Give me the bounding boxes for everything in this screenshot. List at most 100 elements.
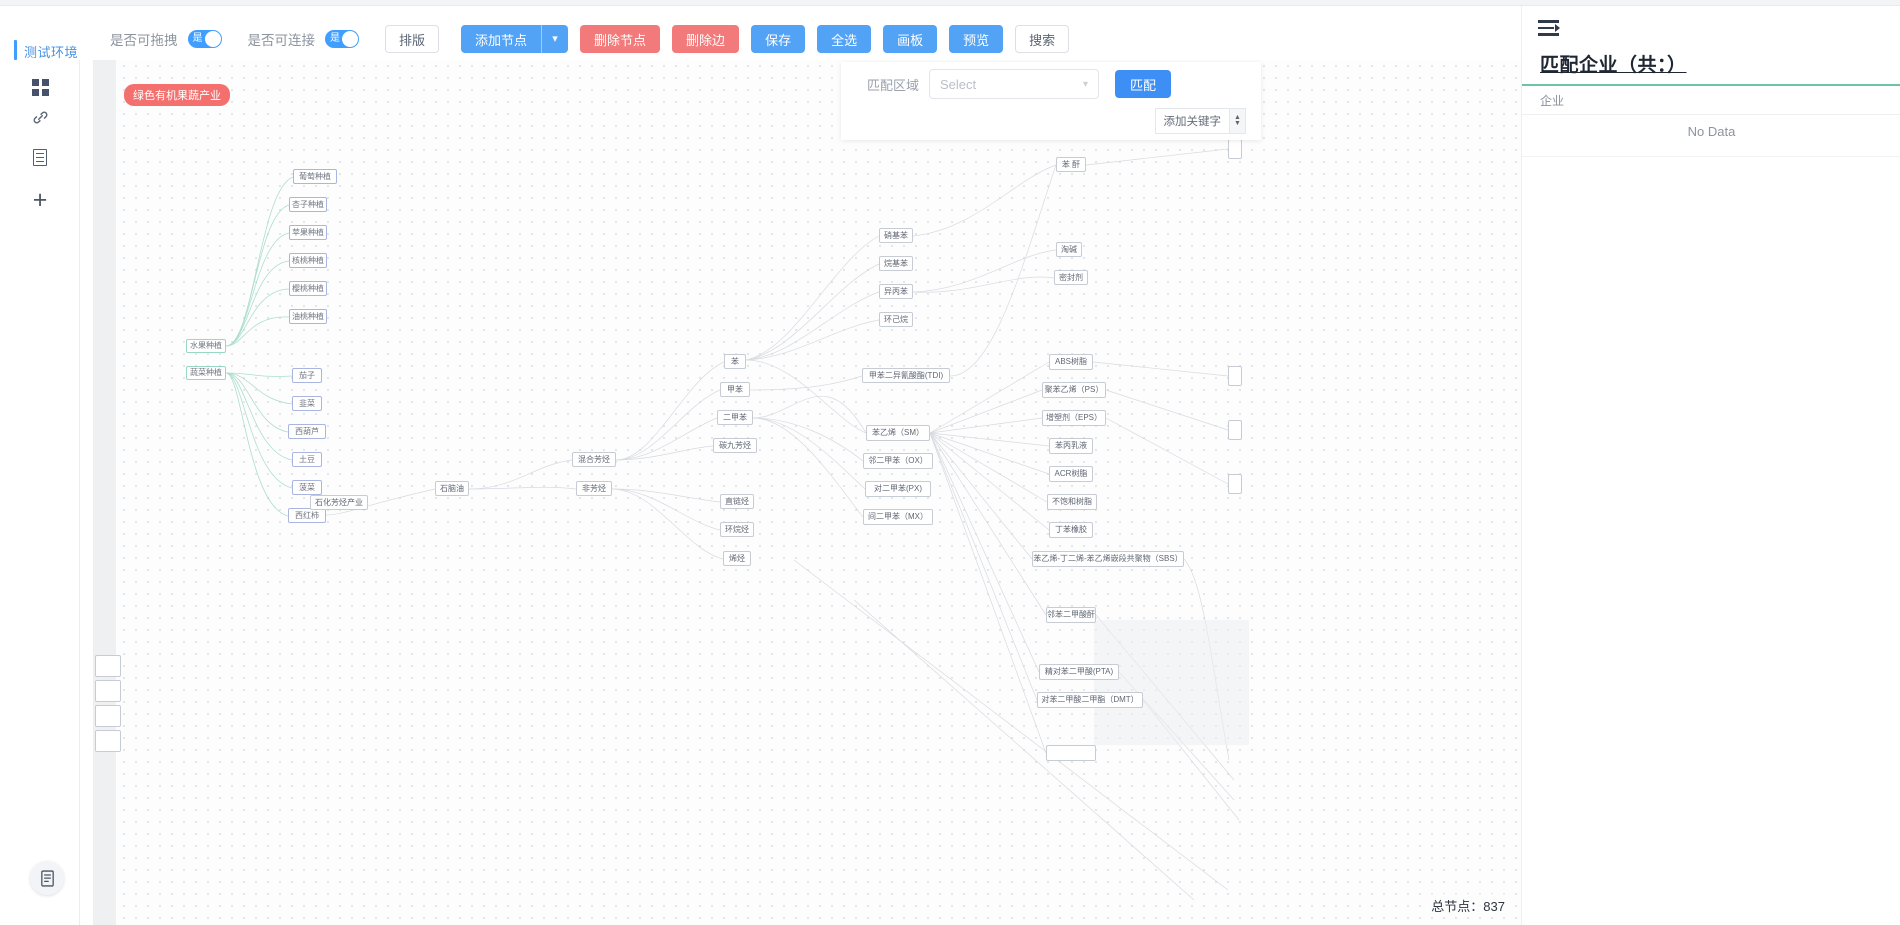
graph-node[interactable] [95,705,121,727]
graph-node[interactable]: 核桃种植 [289,253,327,268]
add-node-button[interactable]: 添加节点 [461,25,543,53]
graph-node[interactable]: 水果种植 [186,339,226,353]
plus-icon[interactable]: + [0,183,80,217]
preview-button[interactable]: 预览 [949,25,1004,53]
graph-node[interactable]: 石脑油 [435,481,469,496]
board-button[interactable]: 画板 [883,25,938,53]
add-node-split-button: 添加节点 ▾ [461,25,569,53]
file-icon[interactable] [30,861,64,895]
graph-node[interactable] [95,730,121,752]
match-region-select[interactable]: Select ▾ [929,69,1100,99]
graph-node[interactable]: 精对苯二甲酸(PTA) [1039,664,1119,680]
document-icon[interactable] [0,140,80,174]
grid-icon[interactable] [0,70,80,104]
toggle-knob [204,31,221,47]
graph-node[interactable]: 苯 酐 [1056,157,1086,172]
total-nodes-value: 837 [1483,899,1505,914]
select-all-button[interactable]: 全选 [817,25,872,53]
connectable-toggle-group: 是否可连接 是 [248,29,359,49]
delete-edge-button[interactable]: 删除边 [672,25,740,53]
connectable-toggle-state: 是 [330,33,340,44]
graph-node[interactable]: 葡萄种植 [293,169,337,184]
graph-node[interactable]: 异丙苯 [879,284,913,299]
graph-node[interactable] [1228,139,1242,159]
graph-node[interactable]: ABS树脂 [1049,354,1093,370]
graph-node[interactable] [1228,366,1242,386]
graph-node[interactable]: 对二甲苯(PX) [865,481,931,497]
graph-node[interactable]: 西红柿 [288,508,326,523]
graph-node[interactable]: 间二甲苯（MX） [863,509,933,525]
match-region-label: 匹配区域 [867,77,920,93]
graph-node[interactable]: 直链烃 [720,494,754,509]
keyword-spinner[interactable]: ▲ ▼ [1230,108,1246,134]
graph-node[interactable]: 不饱和树脂 [1047,494,1097,510]
panel-divider [1522,84,1900,86]
graph-node[interactable]: 韭菜 [292,396,322,411]
graph-node[interactable]: 淘碱 [1056,242,1082,257]
graph-node[interactable]: 石化芳烃产业 [310,495,368,510]
graph-node[interactable]: 邻苯二甲酸酐 [1046,607,1096,623]
draggable-toggle-group: 是否可拖拽 是 [110,29,222,49]
no-data-rule [1522,156,1900,157]
graph-node[interactable]: 苯乙烯（SM） [866,425,930,441]
panel-header-rule [1522,114,1900,115]
graph-node[interactable]: 聚苯乙烯（PS） [1042,382,1106,398]
save-button[interactable]: 保存 [751,25,806,53]
graph-node[interactable]: 甲苯 [720,382,750,397]
graph-node[interactable] [1046,745,1096,761]
graph-node[interactable]: 混合芳烃 [572,452,616,467]
graph-node[interactable]: 甲苯二异氰酸酯(TDI) [862,368,950,383]
graph-node[interactable]: 密封剂 [1054,270,1088,285]
add-keyword-input[interactable]: 添加关键字 [1154,108,1230,134]
connectable-toggle[interactable]: 是 [325,30,359,48]
match-button[interactable]: 匹配 [1115,70,1172,98]
search-button[interactable]: 搜索 [1015,25,1070,53]
enterprise-column-header: 企业 [1540,94,1565,108]
graph-node[interactable]: 硝基苯 [879,228,913,243]
graph-node[interactable]: 对苯二甲酸二甲酯（DMT） [1037,692,1143,708]
graph-node[interactable]: 增塑剂（EPS） [1042,410,1106,426]
no-data-message: No Data [1687,124,1736,139]
graph-node[interactable]: 樱桃种植 [289,281,327,296]
draggable-toggle[interactable]: 是 [187,30,222,48]
layout-button[interactable]: 排版 [385,25,440,53]
graph-node[interactable]: 苯乙烯-丁二烯-苯乙烯嵌段共聚物（SBS） [1032,551,1184,567]
graph-node[interactable] [95,680,121,702]
graph-node[interactable]: 碳九芳烃 [713,438,757,453]
graph-node[interactable]: 非芳烃 [576,481,612,496]
add-node-dropdown-toggle[interactable]: ▾ [542,25,569,53]
panel-title: 匹配企业（共：） [1540,55,1687,76]
graph-node[interactable]: 烯烃 [723,551,751,566]
graph-canvas[interactable]: 绿色有机果蔬产业 水果种植 蔬菜种植 葡萄种植 杏子种植 苹果种植 核桃种植 樱… [93,60,1521,925]
graph-node[interactable]: 烷基苯 [879,256,913,271]
graph-node[interactable]: 菠菜 [292,480,322,495]
draggable-toggle-state: 是 [192,33,203,44]
delete-node-button[interactable]: 删除节点 [580,25,661,53]
total-nodes-label: 总节点： [1431,899,1484,914]
graph-node[interactable]: 土豆 [292,452,322,467]
graph-node[interactable]: 环烷烃 [720,522,754,537]
env-tab-label: 测试环境 [24,44,79,60]
link-icon[interactable] [0,100,80,134]
graph-node[interactable]: 苹果种植 [289,225,327,240]
graph-node[interactable]: 邻二甲苯（OX） [863,453,933,469]
match-region-row: 匹配区域 Select ▾ 匹配 [841,62,1261,106]
graph-node[interactable]: 二甲苯 [717,410,753,425]
graph-node[interactable] [1228,474,1242,494]
graph-node[interactable]: 西葫芦 [288,424,326,439]
graph-node[interactable]: 环己烷 [879,312,913,327]
graph-node[interactable]: ACR树脂 [1049,466,1093,482]
graph-node[interactable]: 苯 [724,354,746,369]
graph-node[interactable]: 蔬菜种植 [186,366,226,380]
graph-node[interactable]: 丁苯橡胶 [1049,522,1093,538]
header-toolbar: 测试环境 是否可拖拽 是 是否可连接 是 排版 添加节点 ▾ 删除节点 删除边 … [0,6,1521,60]
graph-node[interactable]: 苯丙乳液 [1049,438,1093,454]
graph-node[interactable]: 茄子 [292,368,322,383]
root-node-badge[interactable]: 绿色有机果蔬产业 [124,84,230,106]
graph-node[interactable] [95,655,121,677]
add-keyword-stepper: 添加关键字 ▲ ▼ [1154,108,1246,134]
graph-node[interactable]: 油桃种植 [289,309,327,324]
panel-collapse-icon[interactable] [1538,20,1562,38]
graph-node[interactable] [1228,420,1242,440]
graph-node[interactable]: 杏子种植 [289,197,327,212]
